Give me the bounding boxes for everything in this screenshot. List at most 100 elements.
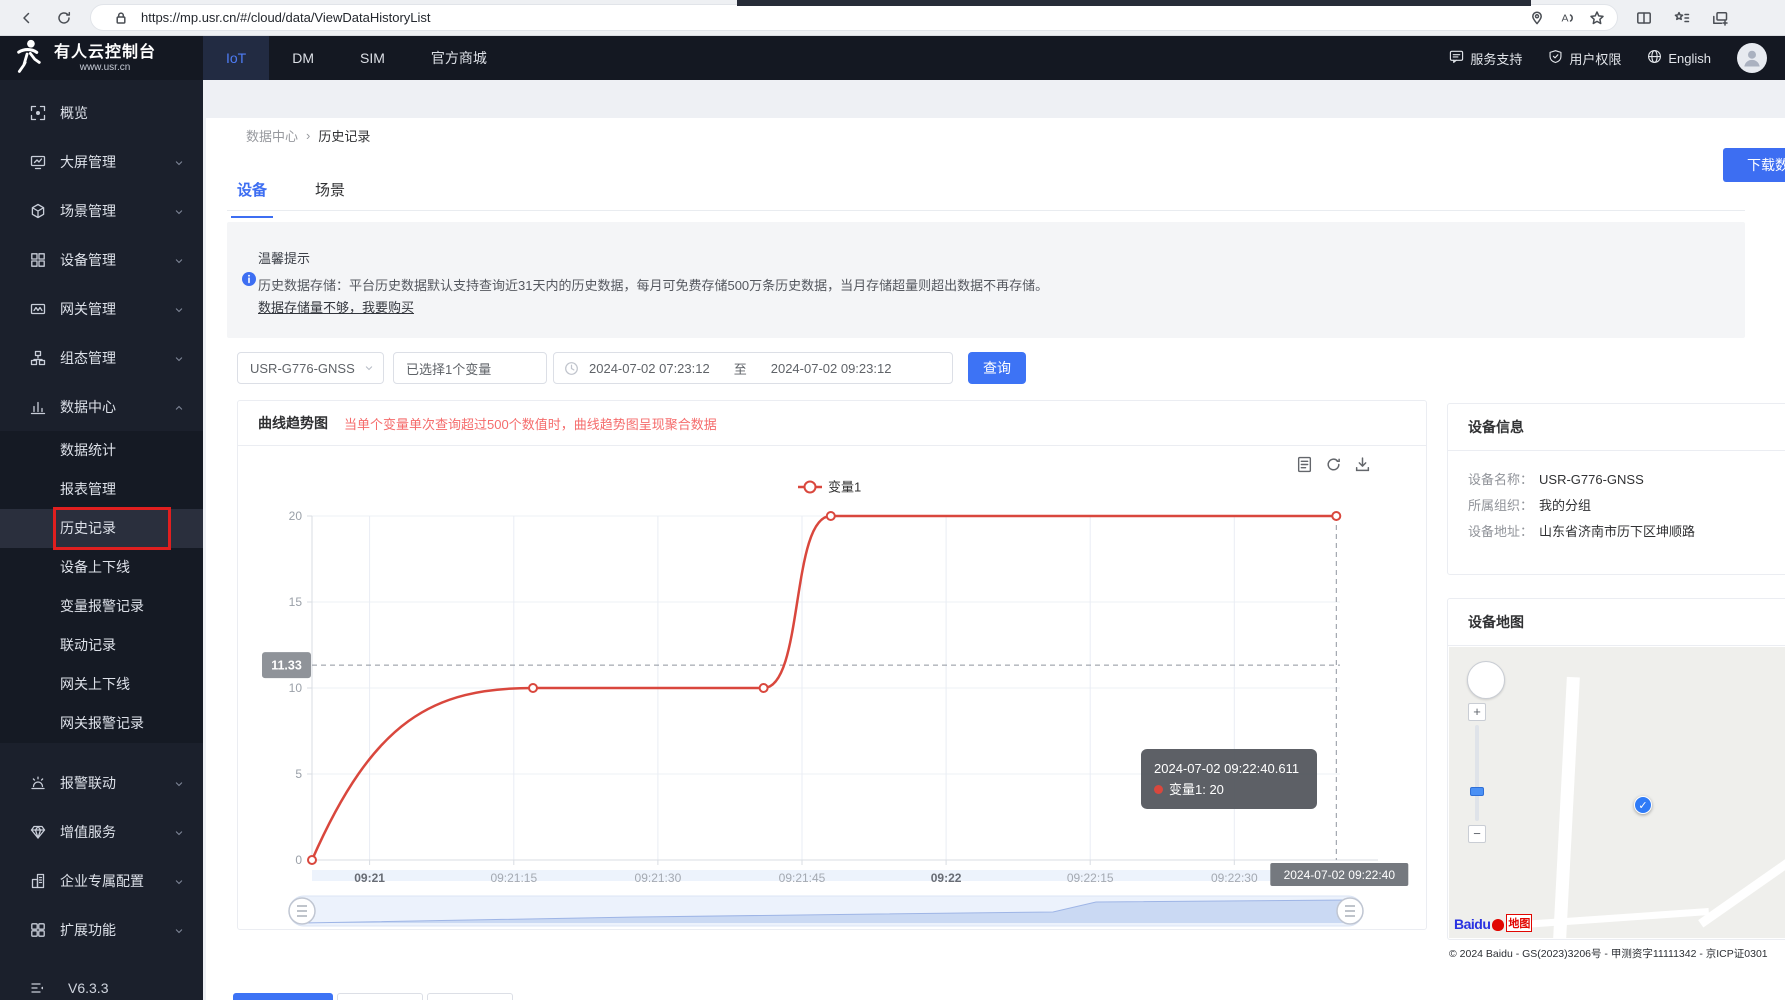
restore-icon[interactable]: [1325, 456, 1342, 473]
cutoff-primary-button[interactable]: [233, 993, 333, 1000]
sidebar-item-扩展功能[interactable]: 扩展功能: [0, 905, 203, 954]
sidebar-item-场景管理[interactable]: 场景管理: [0, 186, 203, 235]
trend-chart[interactable]: 0 5 10 15 20 09:21 09:21:15 09:21:30 09:21:45 09:…: [238, 446, 1428, 929]
data-point[interactable]: [1331, 511, 1342, 521]
chevron-down-icon: [173, 205, 185, 217]
sidebar-subitem-历史记录[interactable]: 历史记录: [0, 507, 203, 550]
product-tab-官方商城[interactable]: 官方商城: [408, 36, 510, 80]
brand-logo[interactable]: 有人云控制台 www.usr.cn: [0, 36, 203, 80]
time-range-picker[interactable]: 2024-07-02 07:23:12 至 2024-07-02 09:23:1…: [553, 352, 953, 384]
refresh-icon[interactable]: [52, 6, 76, 30]
data-point[interactable]: [307, 855, 317, 865]
back-icon[interactable]: [14, 6, 38, 30]
sidebar-version[interactable]: V6.3.3: [0, 968, 203, 1008]
svg-text:09:21: 09:21: [354, 871, 385, 885]
svg-text:A: A: [1562, 12, 1569, 24]
query-button[interactable]: 查询: [968, 352, 1026, 384]
tab-场景[interactable]: 场景: [309, 178, 351, 211]
datazoom-handle-right[interactable]: [1336, 897, 1364, 925]
support-link[interactable]: 服务支持: [1449, 49, 1522, 68]
sidebar-item-概览[interactable]: 概览: [0, 88, 203, 137]
favorite-star-icon[interactable]: [1585, 6, 1609, 30]
language-switch[interactable]: English: [1647, 49, 1711, 67]
user-avatar[interactable]: [1737, 43, 1767, 73]
location-icon[interactable]: [1525, 6, 1549, 30]
data-view-icon[interactable]: [1296, 456, 1313, 473]
datazoom-handle-left[interactable]: [288, 897, 316, 925]
product-tab-IoT[interactable]: IoT: [203, 36, 270, 80]
sidebar-item-数据中心[interactable]: 数据中心: [0, 382, 203, 431]
baidu-map[interactable]: + − ✓ Baidu 地图: [1449, 647, 1785, 938]
info-label: 设备地址：: [1468, 524, 1534, 539]
sidebar-item-大屏管理[interactable]: 大屏管理: [0, 137, 203, 186]
address-bar[interactable]: https://mp.usr.cn/#/cloud/data/ViewDataH…: [90, 4, 1618, 31]
gateway-icon: [30, 301, 46, 317]
cutoff-button-2[interactable]: [337, 993, 423, 1000]
sidebar-item-label: 网关管理: [60, 300, 116, 317]
read-aloud-icon[interactable]: A: [1555, 6, 1579, 30]
sidebar-subitem-数据统计[interactable]: 数据统计: [0, 431, 203, 470]
sidebar-subitem-网关上下线[interactable]: 网关上下线: [0, 665, 203, 704]
data-point[interactable]: [528, 683, 538, 693]
chevron-down-icon: [173, 924, 185, 936]
sidebar-subitem-变量报警记录[interactable]: 变量报警记录: [0, 587, 203, 626]
url-text[interactable]: https://mp.usr.cn/#/cloud/data/ViewDataH…: [141, 10, 1519, 25]
sidebar-item-label: 组态管理: [60, 349, 116, 366]
topnav-right: 服务支持 用户权限 English: [1449, 36, 1785, 80]
map-zoom-slider[interactable]: [1475, 725, 1479, 821]
globe-icon: [1647, 49, 1662, 67]
sidebar-item-网关管理[interactable]: 网关管理: [0, 284, 203, 333]
brand-title: 有人云控制台: [54, 44, 157, 61]
chart-tooltip: 2024-07-02 09:22:40.611 变量1: 20: [1141, 749, 1317, 809]
sidebar-subitem-报表管理[interactable]: 报表管理: [0, 470, 203, 509]
data-point[interactable]: [825, 511, 836, 521]
time-start-value[interactable]: 2024-07-02 07:23:12: [589, 361, 710, 376]
map-zoom-in-button[interactable]: +: [1468, 703, 1486, 721]
sidebar-item-增值服务[interactable]: 增值服务: [0, 807, 203, 856]
time-end-value[interactable]: 2024-07-02 09:23:12: [771, 361, 892, 376]
sidebar-item-设备管理[interactable]: 设备管理: [0, 235, 203, 284]
sidebar-subitem-联动记录[interactable]: 联动记录: [0, 626, 203, 665]
map-zoom-thumb[interactable]: [1470, 787, 1484, 796]
variable-select-value: 已选择1个变量: [406, 361, 492, 377]
cutoff-button-3[interactable]: [427, 993, 513, 1000]
favorites-hub-icon[interactable]: [1670, 6, 1694, 30]
svg-text:11.33: 11.33: [271, 659, 302, 673]
device-select[interactable]: USR-G776-GNSS: [237, 352, 384, 384]
map-zoom-out-button[interactable]: −: [1468, 825, 1486, 843]
enterprise-icon: [30, 873, 46, 889]
sidebar-item-组态管理[interactable]: 组态管理: [0, 333, 203, 382]
map-pan-control[interactable]: [1467, 661, 1505, 699]
save-image-icon[interactable]: [1354, 456, 1371, 473]
tab-设备[interactable]: 设备: [231, 178, 274, 218]
svg-text:变量1: 变量1: [828, 480, 861, 495]
variable-select[interactable]: 已选择1个变量: [393, 352, 547, 384]
datazoom-band[interactable]: [312, 870, 1340, 881]
scene-icon: [30, 203, 46, 219]
data-point[interactable]: [758, 683, 769, 693]
download-data-button[interactable]: 下载数据: [1723, 148, 1785, 182]
device-location-marker[interactable]: ✓: [1634, 796, 1652, 814]
split-screen-icon[interactable]: [1632, 6, 1656, 30]
sidebar-subitem-网关报警记录[interactable]: 网关报警记录: [0, 704, 203, 743]
chart-area[interactable]: 0 5 10 15 20 09:21 09:21:15 09:21:30 09:21:45 09:…: [238, 446, 1426, 929]
trend-chart-card: 曲线趋势图 当单个变量单次查询超过500个数值时，曲线趋势图呈现聚合数据 0 5 1…: [237, 400, 1427, 930]
product-tab-SIM[interactable]: SIM: [337, 36, 408, 80]
sidebar-item-报警联动[interactable]: 报警联动: [0, 758, 203, 807]
series-dot-icon: [1154, 785, 1163, 794]
breadcrumb-parent[interactable]: 数据中心: [246, 126, 298, 145]
sidebar-item-企业专属配置[interactable]: 企业专属配置: [0, 856, 203, 905]
time-range-separator: 至: [733, 361, 747, 377]
legend-item[interactable]: 变量1: [798, 480, 861, 495]
permission-link[interactable]: 用户权限: [1548, 49, 1621, 68]
sidebar-subitem-设备上下线[interactable]: 设备上下线: [0, 548, 203, 587]
sidebar-item-label: 大屏管理: [60, 153, 116, 170]
purchase-storage-link[interactable]: 数据存储量不够，我要购买: [258, 297, 414, 316]
brand-subtitle: www.usr.cn: [79, 62, 131, 73]
product-tab-DM[interactable]: DM: [269, 36, 337, 80]
baidu-logo[interactable]: Baidu 地图: [1454, 914, 1533, 932]
device-info-card: 设备信息 设备名称： USR-G776-GNSS 所属组织： 我的分组 设备地址： 山东省…: [1447, 403, 1785, 575]
notice-body: 历史数据存储：平台历史数据默认支持查询近31天内的历史数据，每月可免费存储500…: [258, 278, 1049, 293]
datazoom-slider[interactable]: [288, 895, 1364, 927]
collections-icon[interactable]: [1708, 6, 1732, 30]
